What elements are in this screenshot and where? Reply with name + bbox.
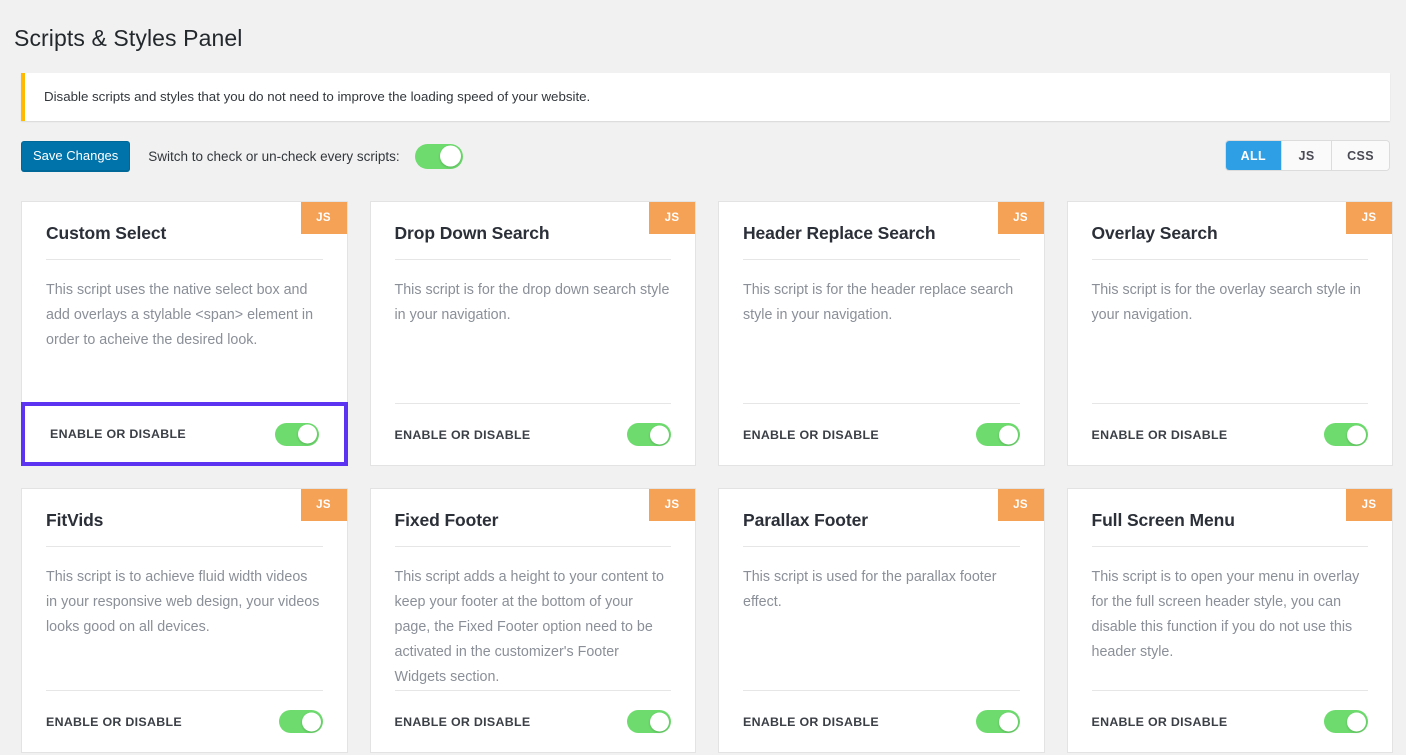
enable-or-disable-label: ENABLE OR DISABLE bbox=[46, 715, 182, 729]
script-card-title: Custom Select bbox=[46, 223, 323, 245]
enable-disable-toggle[interactable] bbox=[976, 710, 1020, 733]
script-card-description: This script adds a height to your conten… bbox=[395, 565, 672, 690]
script-card: JSFixed FooterThis script adds a height … bbox=[370, 488, 697, 753]
script-card-description: This script is for the overlay search st… bbox=[1092, 278, 1369, 328]
script-card-grid: JSCustom SelectThis script uses the nati… bbox=[21, 201, 1393, 753]
toggle-knob bbox=[999, 425, 1018, 444]
script-card: JSParallax FooterThis script is used for… bbox=[718, 488, 1045, 753]
script-card: JSFull Screen MenuThis script is to open… bbox=[1067, 488, 1394, 753]
scripts-styles-panel-page: Scripts & Styles Panel Disable scripts a… bbox=[0, 15, 1406, 755]
script-card-description: This script is to open your menu in over… bbox=[1092, 565, 1369, 665]
enable-disable-toggle[interactable] bbox=[976, 423, 1020, 446]
toggle-knob bbox=[650, 712, 669, 731]
filter-button-group: ALL JS CSS bbox=[1225, 140, 1390, 171]
enable-disable-toggle[interactable] bbox=[1324, 710, 1368, 733]
script-card-description: This script is used for the parallax foo… bbox=[743, 565, 1020, 615]
script-card-footer: ENABLE OR DISABLE bbox=[395, 690, 672, 752]
toolbar: Save Changes Switch to check or un-check… bbox=[21, 140, 1390, 172]
script-card-footer: ENABLE OR DISABLE bbox=[46, 690, 323, 752]
script-card-footer: ENABLE OR DISABLE bbox=[21, 402, 348, 466]
script-card: JSFitVidsThis script is to achieve fluid… bbox=[21, 488, 348, 753]
divider bbox=[743, 546, 1020, 547]
switch-all-label: Switch to check or un-check every script… bbox=[148, 149, 399, 164]
toggle-knob bbox=[298, 425, 317, 444]
toggle-knob bbox=[650, 425, 669, 444]
script-card: JSHeader Replace SearchThis script is fo… bbox=[718, 201, 1045, 466]
page-title: Scripts & Styles Panel bbox=[0, 15, 1406, 54]
enable-or-disable-label: ENABLE OR DISABLE bbox=[1092, 428, 1228, 442]
script-card-title: Full Screen Menu bbox=[1092, 510, 1369, 532]
script-card-title: Drop Down Search bbox=[395, 223, 672, 245]
script-card-description: This script is to achieve fluid width vi… bbox=[46, 565, 323, 640]
filter-css-button[interactable]: CSS bbox=[1332, 141, 1389, 170]
enable-or-disable-label: ENABLE OR DISABLE bbox=[50, 427, 186, 441]
enable-or-disable-label: ENABLE OR DISABLE bbox=[395, 715, 531, 729]
script-card: JSOverlay SearchThis script is for the o… bbox=[1067, 201, 1394, 466]
divider bbox=[395, 259, 672, 260]
save-changes-button[interactable]: Save Changes bbox=[21, 141, 130, 171]
divider bbox=[743, 259, 1020, 260]
enable-disable-toggle[interactable] bbox=[279, 710, 323, 733]
script-card: JSCustom SelectThis script uses the nati… bbox=[21, 201, 348, 466]
divider bbox=[395, 546, 672, 547]
script-card-title: Overlay Search bbox=[1092, 223, 1369, 245]
script-card-footer: ENABLE OR DISABLE bbox=[1092, 690, 1369, 752]
divider bbox=[46, 546, 323, 547]
script-card-description: This script uses the native select box a… bbox=[46, 278, 323, 353]
divider bbox=[1092, 259, 1369, 260]
enable-or-disable-label: ENABLE OR DISABLE bbox=[395, 428, 531, 442]
script-card-title: Parallax Footer bbox=[743, 510, 1020, 532]
toggle-knob bbox=[440, 146, 461, 167]
script-card-title: FitVids bbox=[46, 510, 323, 532]
enable-disable-toggle[interactable] bbox=[1324, 423, 1368, 446]
toggle-knob bbox=[1347, 425, 1366, 444]
toggle-knob bbox=[302, 712, 321, 731]
script-card-footer: ENABLE OR DISABLE bbox=[743, 690, 1020, 752]
filter-js-button[interactable]: JS bbox=[1282, 141, 1332, 170]
notice-text: Disable scripts and styles that you do n… bbox=[25, 87, 590, 107]
filter-all-button[interactable]: ALL bbox=[1226, 141, 1283, 170]
script-card-footer: ENABLE OR DISABLE bbox=[1092, 403, 1369, 465]
script-card-description: This script is for the header replace se… bbox=[743, 278, 1020, 328]
script-card-title: Fixed Footer bbox=[395, 510, 672, 532]
script-card-title: Header Replace Search bbox=[743, 223, 1020, 245]
enable-disable-toggle[interactable] bbox=[627, 710, 671, 733]
enable-or-disable-label: ENABLE OR DISABLE bbox=[743, 715, 879, 729]
divider bbox=[1092, 546, 1369, 547]
toggle-knob bbox=[999, 712, 1018, 731]
enable-disable-toggle[interactable] bbox=[275, 423, 319, 446]
switch-all-toggle[interactable] bbox=[415, 144, 463, 169]
enable-disable-toggle[interactable] bbox=[627, 423, 671, 446]
script-card: JSDrop Down SearchThis script is for the… bbox=[370, 201, 697, 466]
enable-or-disable-label: ENABLE OR DISABLE bbox=[1092, 715, 1228, 729]
enable-or-disable-label: ENABLE OR DISABLE bbox=[743, 428, 879, 442]
divider bbox=[46, 259, 323, 260]
script-card-footer: ENABLE OR DISABLE bbox=[743, 403, 1020, 465]
script-card-description: This script is for the drop down search … bbox=[395, 278, 672, 328]
toggle-knob bbox=[1347, 712, 1366, 731]
info-notice: Disable scripts and styles that you do n… bbox=[21, 73, 1390, 121]
script-card-footer: ENABLE OR DISABLE bbox=[395, 403, 672, 465]
